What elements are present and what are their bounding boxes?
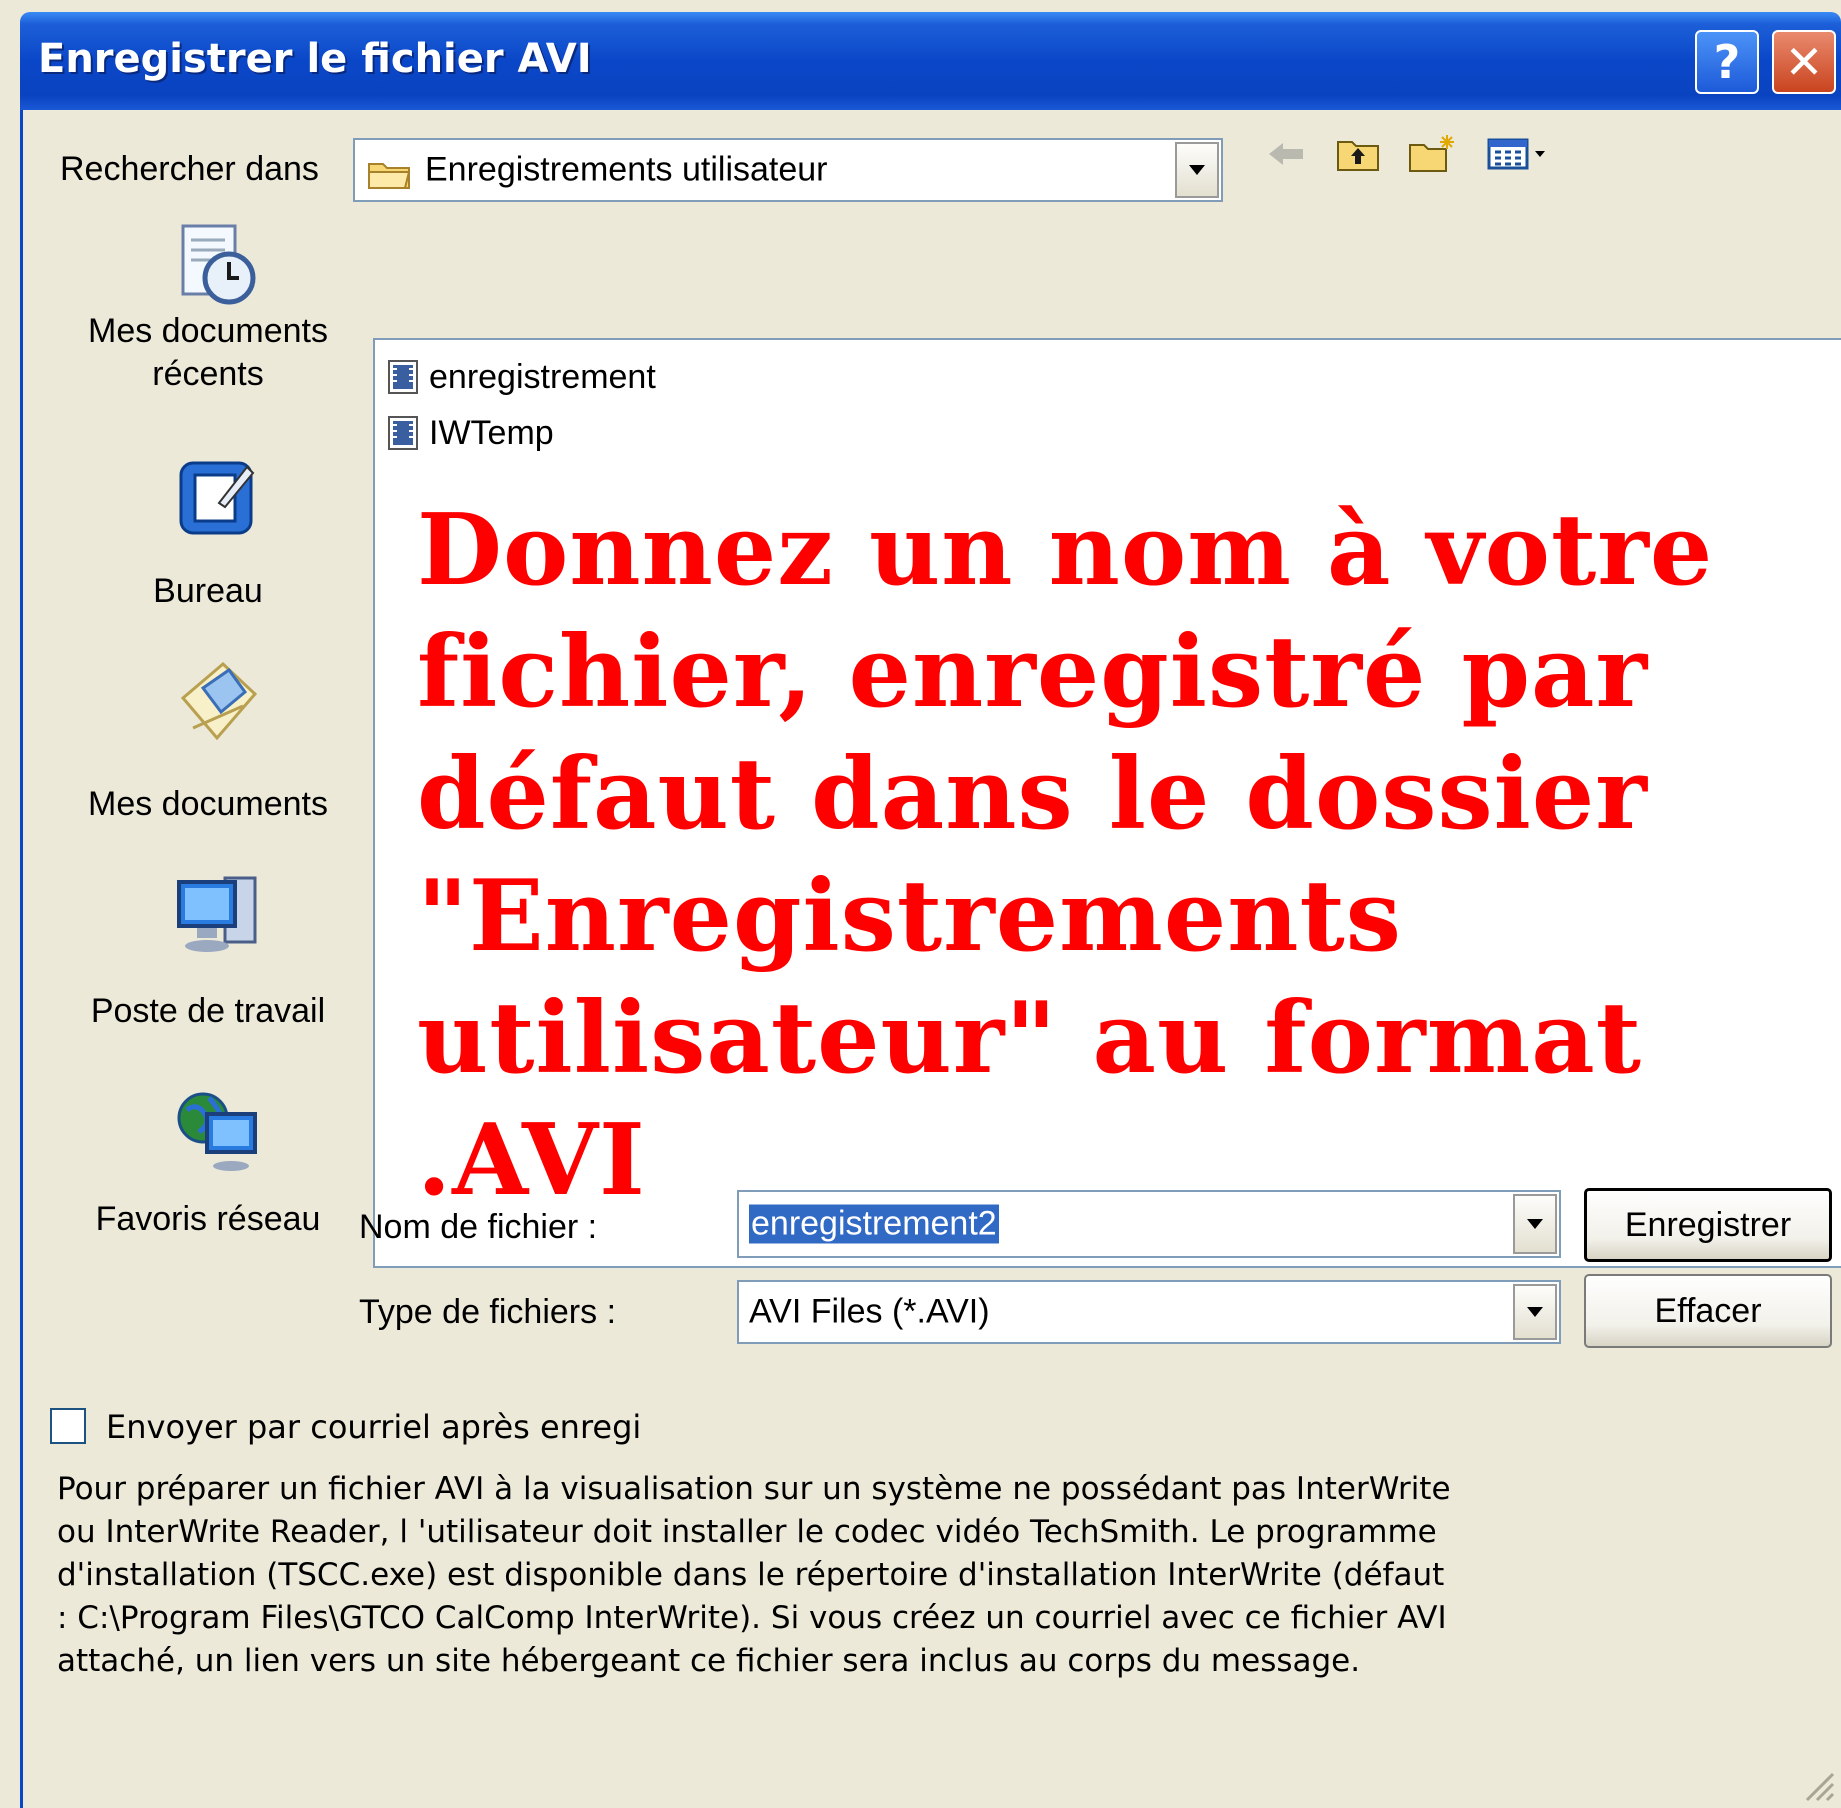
filename-value: enregistrement2 <box>749 1204 999 1244</box>
look-in-dropdown[interactable]: Enregistrements utilisateur <box>353 138 1223 202</box>
up-folder-icon[interactable] <box>1333 132 1383 176</box>
place-label: Poste de travail <box>90 992 326 1030</box>
email-checkbox-label[interactable]: Envoyer par courriel après enregi <box>106 1408 641 1446</box>
close-icon: ✕ <box>1784 35 1824 89</box>
close-button[interactable]: ✕ <box>1772 30 1836 94</box>
my-computer-icon <box>177 876 257 952</box>
filename-dropdown-button[interactable] <box>1513 1194 1557 1254</box>
recent-documents-icon <box>181 224 256 305</box>
filetype-dropdown[interactable]: AVI Files (*.AVI) <box>737 1280 1561 1344</box>
cancel-button[interactable]: Effacer <box>1584 1274 1832 1348</box>
filetype-label: Type de fichiers : <box>359 1293 617 1331</box>
desktop-icon <box>179 461 255 535</box>
dialog-title: Enregistrer le fichier AVI <box>38 36 592 82</box>
file-item-iwtemp[interactable]: IWTemp <box>387 411 554 455</box>
help-icon: ? <box>1713 35 1741 89</box>
file-name: IWTemp <box>429 413 554 452</box>
resize-grip-icon[interactable] <box>1799 1766 1835 1802</box>
look-in-value: Enregistrements utilisateur <box>425 150 828 189</box>
view-menu-icon[interactable] <box>1485 132 1555 176</box>
network-places-icon <box>177 1092 257 1171</box>
file-item-enregistrement[interactable]: enregistrement <box>387 355 656 399</box>
help-button[interactable]: ? <box>1695 30 1759 94</box>
place-label: Favoris réseau <box>95 1200 321 1238</box>
place-label: Bureau <box>153 572 263 610</box>
codec-info-text: Pour préparer un fichier AVI à la visual… <box>57 1471 1451 1679</box>
chevron-down-icon <box>1189 165 1205 175</box>
title-bar[interactable]: Enregistrer le fichier AVI ? ✕ <box>20 12 1841 110</box>
place-label: Mes documents récents <box>88 312 328 393</box>
save-avi-dialog: Enregistrer le fichier AVI ? ✕ Recherche… <box>0 0 1841 1808</box>
filename-label: Nom de fichier : <box>359 1208 598 1246</box>
save-button[interactable]: Enregistrer <box>1584 1188 1832 1262</box>
place-label: Mes documents <box>88 785 328 823</box>
video-file-icon <box>388 416 418 450</box>
look-in-dropdown-button[interactable] <box>1175 142 1219 198</box>
folder-icon <box>368 163 411 189</box>
instruction-overlay: Donnez un nom à votre fichier, enregistr… <box>417 493 1714 1218</box>
file-list[interactable]: enregistrement IWTemp Donnez un nom à vo… <box>373 338 1841 1268</box>
my-documents-icon <box>180 661 258 741</box>
chevron-down-icon <box>1527 1307 1543 1317</box>
look-in-label: Rechercher dans <box>60 150 319 188</box>
email-checkbox[interactable] <box>50 1408 86 1444</box>
filetype-value: AVI Files (*.AVI) <box>749 1292 990 1331</box>
back-arrow-icon[interactable] <box>1261 132 1311 176</box>
video-file-icon <box>388 360 418 394</box>
filetype-dropdown-button[interactable] <box>1513 1284 1557 1340</box>
file-name: enregistrement <box>429 357 656 396</box>
chevron-down-icon <box>1527 1219 1543 1229</box>
new-folder-icon[interactable] <box>1407 132 1457 176</box>
filename-input[interactable]: enregistrement2 <box>737 1190 1561 1258</box>
